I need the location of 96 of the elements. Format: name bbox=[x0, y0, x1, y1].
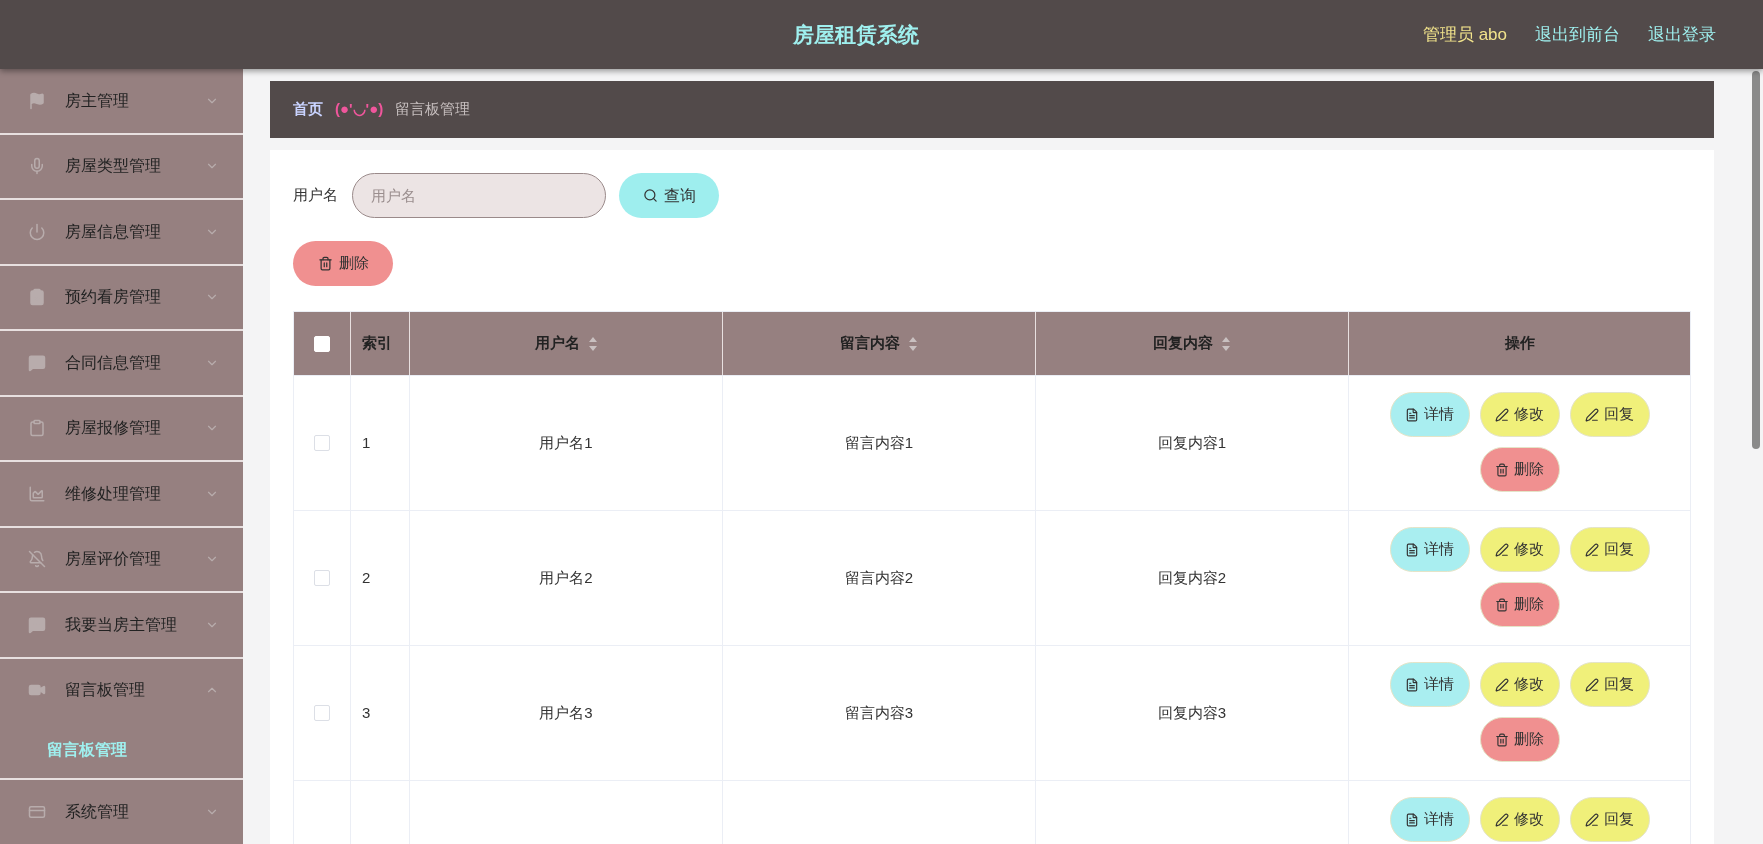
detail-button[interactable]: 详情 bbox=[1389, 797, 1470, 842]
search-field[interactable]: 用户名 bbox=[352, 173, 606, 218]
document-icon bbox=[1405, 812, 1419, 827]
sidebar-item[interactable]: 合同信息管理 bbox=[0, 331, 243, 395]
delete-button[interactable]: 删除 bbox=[1479, 447, 1560, 492]
search-label: 用户名 bbox=[293, 185, 338, 206]
table-cell-text: 用户名3 bbox=[539, 702, 593, 723]
header-cell: 索引 bbox=[351, 312, 410, 375]
header-cell-text: 操作 bbox=[1503, 333, 1536, 354]
header-cell[interactable]: 回复内容 bbox=[1036, 312, 1349, 375]
reply-button[interactable]: 回复 bbox=[1569, 662, 1650, 707]
reply-button[interactable]: 回复 bbox=[1569, 392, 1650, 437]
document-icon bbox=[1405, 407, 1419, 422]
trash-icon bbox=[1495, 462, 1509, 477]
sidebar-item[interactable]: 系统管理 bbox=[0, 780, 243, 844]
checkbox[interactable] bbox=[314, 570, 330, 586]
app-title: 房屋租赁系统 bbox=[793, 21, 920, 48]
chat-icon bbox=[28, 353, 46, 372]
breadcrumb-home[interactable]: 首页 bbox=[293, 98, 323, 121]
sort-icon[interactable] bbox=[1221, 335, 1231, 352]
detail-button[interactable]: 详情 bbox=[1389, 527, 1470, 572]
trash-icon bbox=[317, 256, 333, 271]
table-cell-text: 回复内容3 bbox=[1157, 702, 1227, 723]
detail-button[interactable]: 详情 bbox=[1389, 662, 1470, 707]
document-icon bbox=[1405, 542, 1419, 557]
edit-button[interactable]: 修改 bbox=[1479, 392, 1560, 437]
sidebar-label: 系统管理 bbox=[65, 801, 130, 822]
chart-icon bbox=[28, 484, 46, 503]
table-cell-text: 留言内容3 bbox=[844, 702, 914, 723]
table-cell-text: 用户名2 bbox=[539, 567, 593, 588]
header-link[interactable]: 退出登录 bbox=[1648, 21, 1716, 48]
breadcrumb-separator: (●'◡'●) bbox=[335, 99, 384, 120]
trash-icon bbox=[1495, 732, 1509, 747]
sidebar-label: 房屋信息管理 bbox=[65, 221, 162, 242]
bell-off-icon bbox=[28, 550, 46, 569]
pencil-icon bbox=[1495, 407, 1509, 422]
power-icon bbox=[28, 222, 46, 241]
pencil-icon bbox=[1495, 677, 1509, 692]
search-icon bbox=[642, 188, 658, 203]
sidebar-item[interactable]: 留言板管理 bbox=[0, 658, 243, 722]
sidebar-item[interactable]: 我要当房主管理 bbox=[0, 593, 243, 657]
sidebar-item[interactable]: 房屋类型管理 bbox=[0, 134, 243, 198]
microphone-icon bbox=[28, 157, 46, 176]
document-icon bbox=[1405, 677, 1419, 692]
reply-button[interactable]: 回复 bbox=[1569, 527, 1650, 572]
sidebar-label: 合同信息管理 bbox=[65, 352, 162, 373]
pencil-icon bbox=[1585, 812, 1599, 827]
sidebar-item[interactable]: 房屋评价管理 bbox=[0, 527, 243, 591]
admin-name: 管理员 abo bbox=[1422, 23, 1507, 46]
index-cell-text: 1 bbox=[362, 432, 371, 453]
pencil-icon bbox=[1585, 542, 1599, 557]
sidebar-label: 预约看房管理 bbox=[65, 287, 162, 308]
edit-button[interactable]: 修改 bbox=[1479, 527, 1560, 572]
pencil-icon bbox=[1495, 812, 1509, 827]
index-cell-text: 2 bbox=[362, 567, 371, 588]
breadcrumb-current: 留言板管理 bbox=[395, 99, 471, 120]
checkbox[interactable] bbox=[314, 435, 330, 451]
sidebar-label: 留言板管理 bbox=[65, 680, 146, 701]
index-cell-text: 3 bbox=[362, 702, 371, 723]
checkbox[interactable] bbox=[314, 705, 330, 721]
table-cell-text: 留言内容2 bbox=[844, 567, 914, 588]
sidebar-label: 我要当房主管理 bbox=[65, 614, 178, 635]
sidebar-item[interactable]: 维修处理管理 bbox=[0, 462, 243, 526]
sidebar-label: 房屋报修管理 bbox=[65, 418, 162, 439]
table-cell-text: 用户名1 bbox=[539, 432, 593, 453]
detail-button[interactable]: 详情 bbox=[1389, 392, 1470, 437]
sidebar-label: 房主管理 bbox=[65, 90, 130, 111]
trash-icon bbox=[1495, 597, 1509, 612]
pencil-icon bbox=[1495, 542, 1509, 557]
sidebar-label: 房屋类型管理 bbox=[65, 156, 162, 177]
search-button[interactable]: 查询 bbox=[619, 173, 719, 218]
table-cell-text: 回复内容1 bbox=[1157, 432, 1227, 453]
sidebar-item[interactable]: 房主管理 bbox=[0, 69, 243, 133]
sidebar-item[interactable]: 房屋报修管理 bbox=[0, 396, 243, 460]
delete-button[interactable]: 删除 bbox=[293, 241, 393, 286]
table-cell-text: 留言内容1 bbox=[844, 432, 914, 453]
flag-icon bbox=[28, 91, 46, 110]
sort-icon[interactable] bbox=[587, 335, 598, 352]
edit-button[interactable]: 修改 bbox=[1479, 662, 1560, 707]
sidebar-item[interactable]: 房屋信息管理 bbox=[0, 200, 243, 264]
header-cell[interactable]: 留言内容 bbox=[723, 312, 1036, 375]
delete-button[interactable]: 删除 bbox=[1479, 582, 1560, 627]
header-link[interactable]: 退出到前台 bbox=[1535, 21, 1620, 48]
sidebar-label: 房屋评价管理 bbox=[65, 549, 162, 570]
sidebar-label: 维修处理管理 bbox=[65, 483, 162, 504]
pencil-icon bbox=[1585, 407, 1599, 422]
sidebar-item[interactable]: 预约看房管理 bbox=[0, 265, 243, 329]
reply-button[interactable]: 回复 bbox=[1569, 797, 1650, 842]
clipboard-icon bbox=[28, 419, 46, 438]
sort-icon[interactable] bbox=[908, 335, 918, 352]
pencil-icon bbox=[1585, 677, 1599, 692]
edit-button[interactable]: 修改 bbox=[1479, 797, 1560, 842]
delete-button[interactable]: 删除 bbox=[1479, 717, 1560, 762]
header-cell[interactable]: 用户名 bbox=[410, 312, 723, 375]
table-cell-text: 回复内容2 bbox=[1157, 567, 1227, 588]
chat-icon bbox=[28, 615, 46, 634]
